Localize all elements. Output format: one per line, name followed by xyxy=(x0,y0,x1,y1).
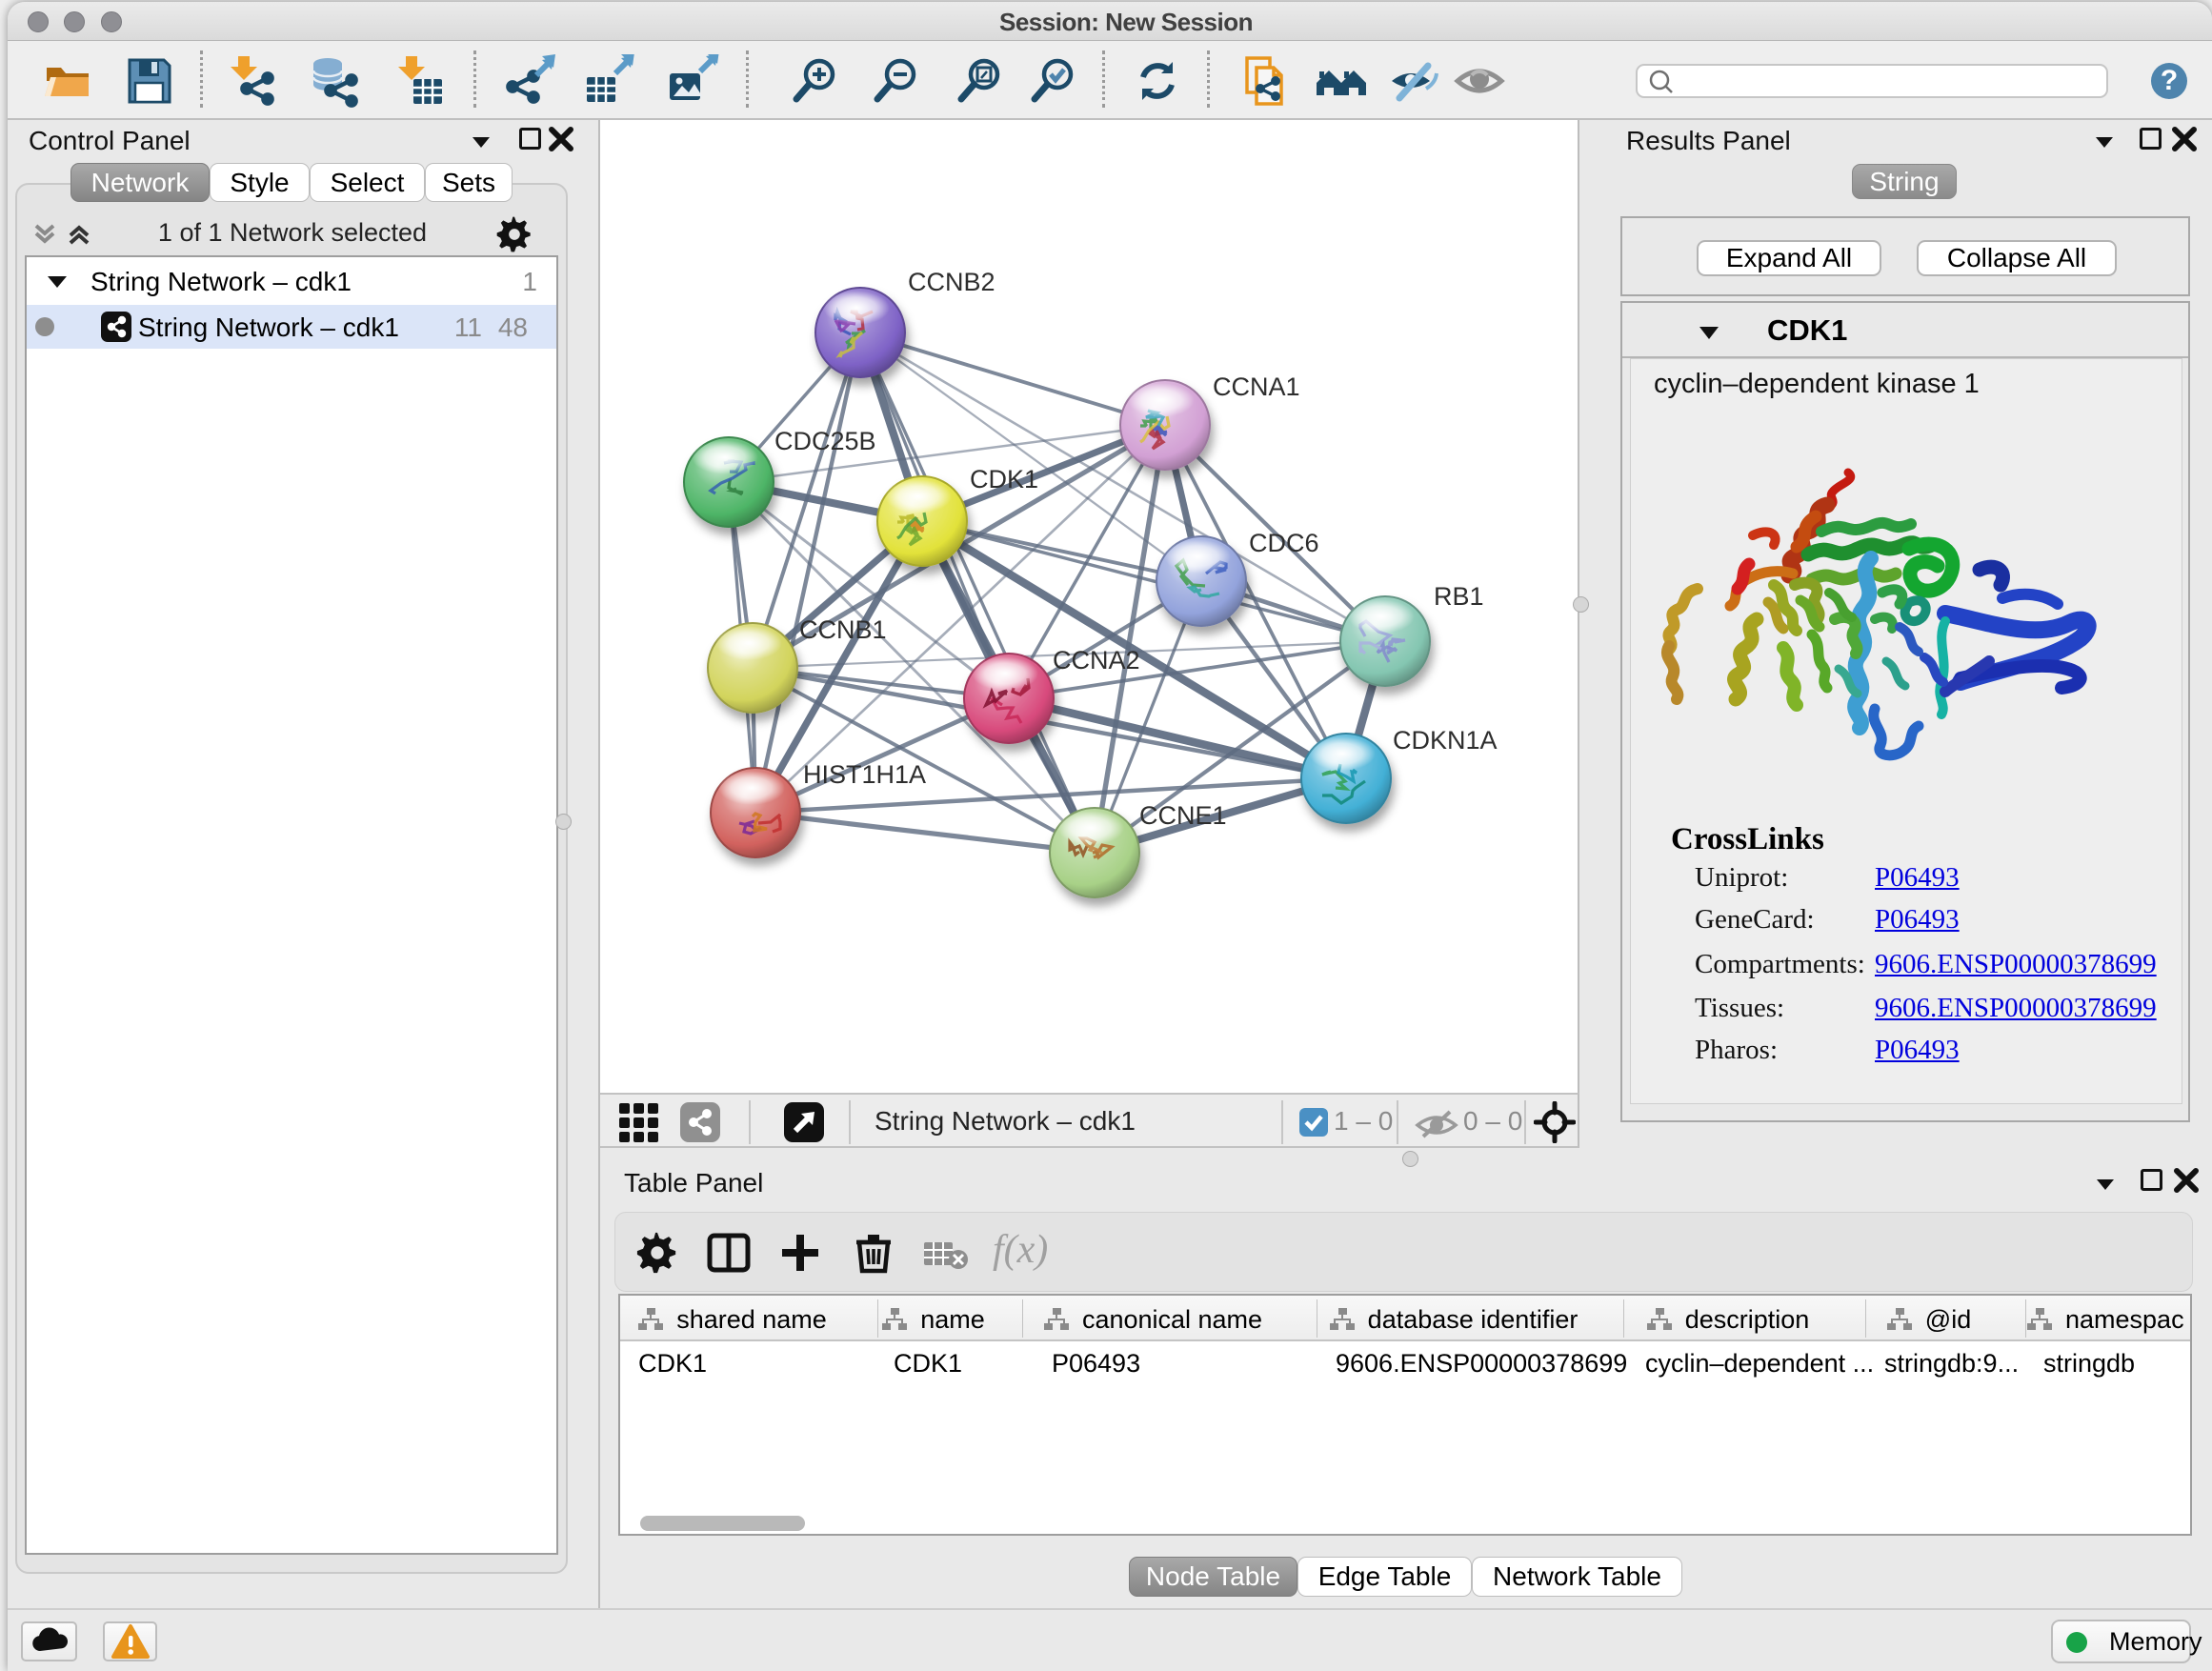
svg-text:RB1: RB1 xyxy=(1434,582,1484,611)
svg-text:CCNA2: CCNA2 xyxy=(1053,646,1140,674)
svg-text:HIST1H1A: HIST1H1A xyxy=(803,760,926,789)
svg-text:CCNB1: CCNB1 xyxy=(799,615,887,644)
svg-text:CDC6: CDC6 xyxy=(1249,529,1319,557)
svg-text:CDC25B: CDC25B xyxy=(774,427,876,455)
svg-text:CCNE1: CCNE1 xyxy=(1139,801,1227,830)
svg-text:CDK1: CDK1 xyxy=(970,465,1038,493)
svg-text:CCNA1: CCNA1 xyxy=(1213,372,1300,401)
svg-text:CDKN1A: CDKN1A xyxy=(1393,726,1498,755)
svg-text:CCNB2: CCNB2 xyxy=(908,268,995,296)
